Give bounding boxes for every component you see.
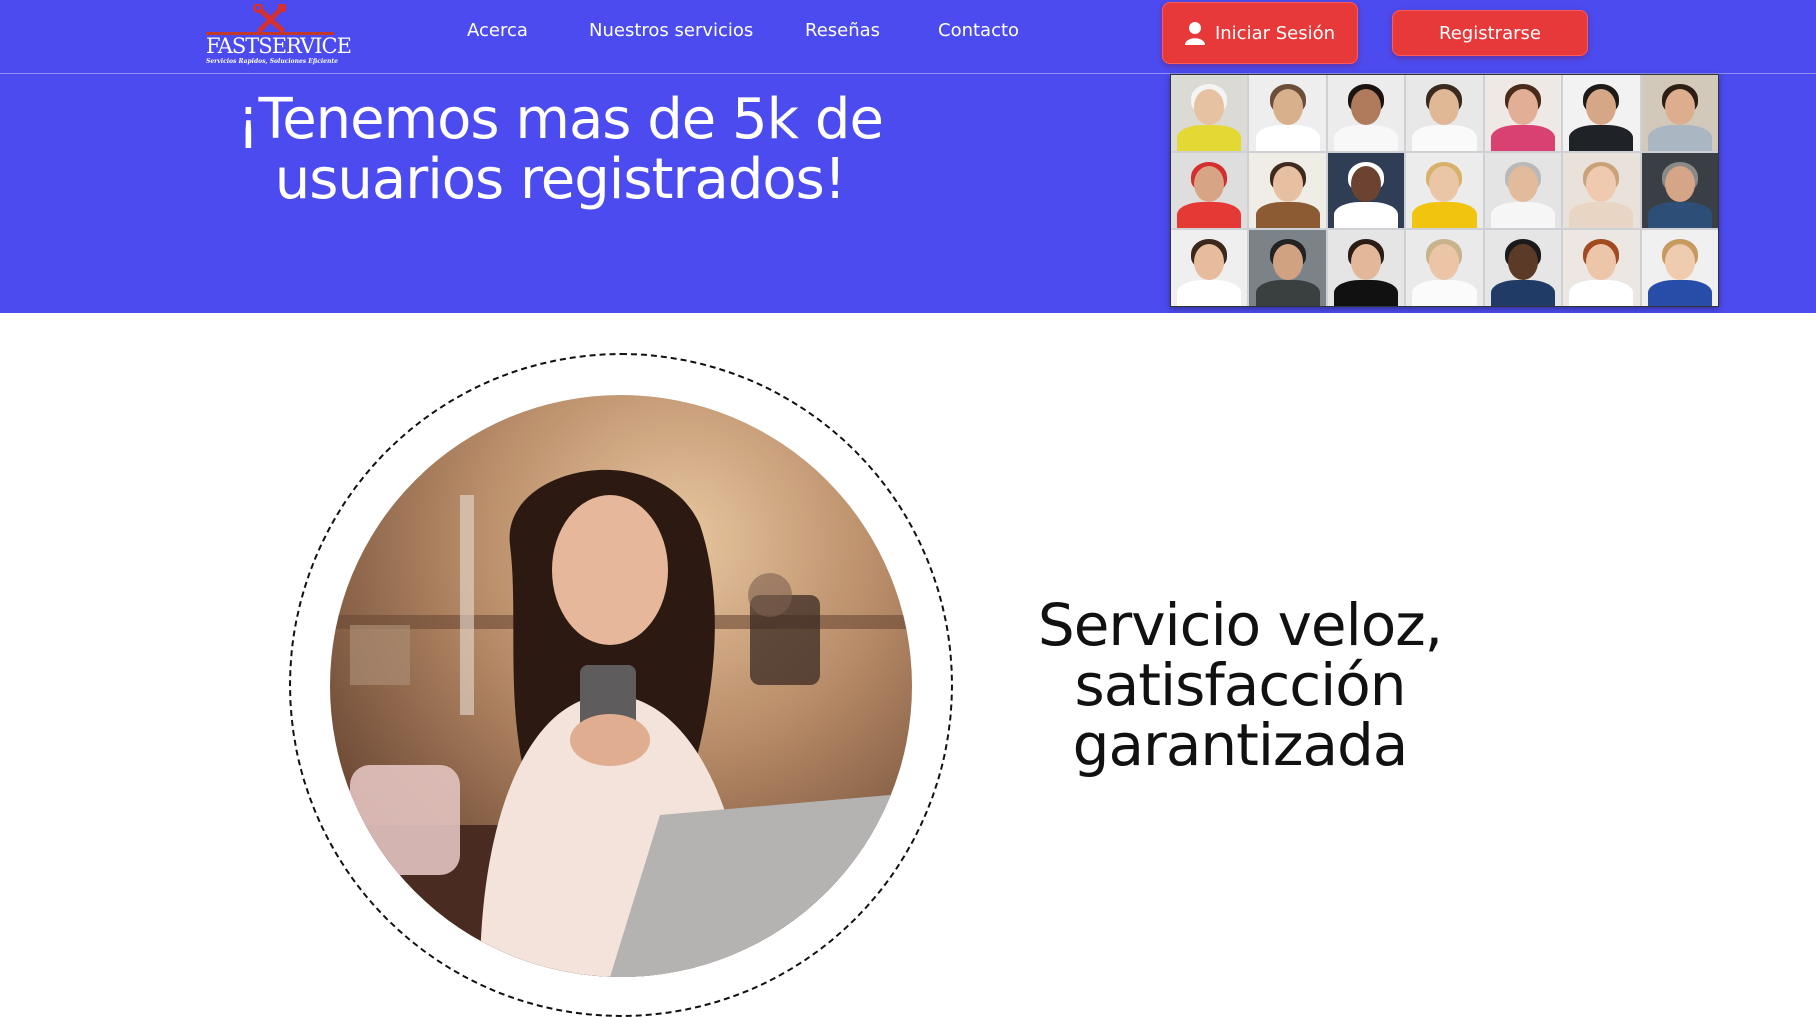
feature-title-line: satisfacción <box>1074 651 1407 719</box>
user-photo <box>1327 152 1405 229</box>
nav-link-resenas[interactable]: Reseñas <box>805 20 880 41</box>
hero-banner: ¡Tenemos mas de 5k de usuarios registrad… <box>0 74 1816 313</box>
user-photo <box>1563 75 1640 151</box>
user-icon <box>1184 22 1205 45</box>
feature-title: Servicio veloz, satisfacción garantizada <box>1000 595 1480 775</box>
fastservice-logo[interactable]: FASTSERVICE Servicios Rapidos, Solucione… <box>204 4 352 66</box>
user-photo <box>1484 152 1562 229</box>
user-photo <box>1249 152 1326 229</box>
user-photo <box>1641 75 1718 151</box>
user-photo <box>1406 230 1483 306</box>
top-navbar: FASTSERVICE Servicios Rapidos, Solucione… <box>0 0 1816 74</box>
logo-tagline: Servicios Rapidos, Soluciones Eficiente <box>206 58 338 65</box>
user-photo <box>1563 230 1640 306</box>
user-photo <box>1641 230 1718 306</box>
logo-wordmark: FASTSERVICE <box>206 34 352 58</box>
user-photo <box>1484 75 1562 151</box>
user-photo <box>1641 152 1718 229</box>
woman-using-phone-photo <box>330 395 912 977</box>
login-button[interactable]: Iniciar Sesión <box>1162 2 1358 64</box>
user-photo <box>1249 75 1326 151</box>
register-button-label: Registrarse <box>1439 22 1541 44</box>
user-photo <box>1406 75 1483 151</box>
hero-title: ¡Tenemos mas de 5k de usuarios registrad… <box>237 87 884 212</box>
feature-title-line: garantizada <box>1072 711 1409 779</box>
register-button[interactable]: Registrarse <box>1392 10 1588 56</box>
user-photo <box>1249 230 1326 306</box>
user-photo <box>1484 230 1562 306</box>
user-photo <box>1171 75 1248 151</box>
users-photo-collage <box>1170 74 1719 307</box>
nav-link-acerca[interactable]: Acerca <box>467 20 528 41</box>
feature-title-line: Servicio veloz, <box>1037 591 1443 659</box>
user-photo <box>1327 230 1405 306</box>
user-photo <box>1563 152 1640 229</box>
wrench-screwdriver-icon <box>253 4 286 33</box>
user-photo <box>1327 75 1405 151</box>
user-photo <box>1171 230 1248 306</box>
nav-link-contacto[interactable]: Contacto <box>938 20 1019 41</box>
user-photo <box>1171 152 1248 229</box>
feature-section: Servicio veloz, satisfacción garantizada <box>0 313 1816 1017</box>
login-button-label: Iniciar Sesión <box>1214 22 1336 44</box>
user-photo <box>1406 152 1483 229</box>
nav-link-servicios[interactable]: Nuestros servicios <box>589 20 753 41</box>
